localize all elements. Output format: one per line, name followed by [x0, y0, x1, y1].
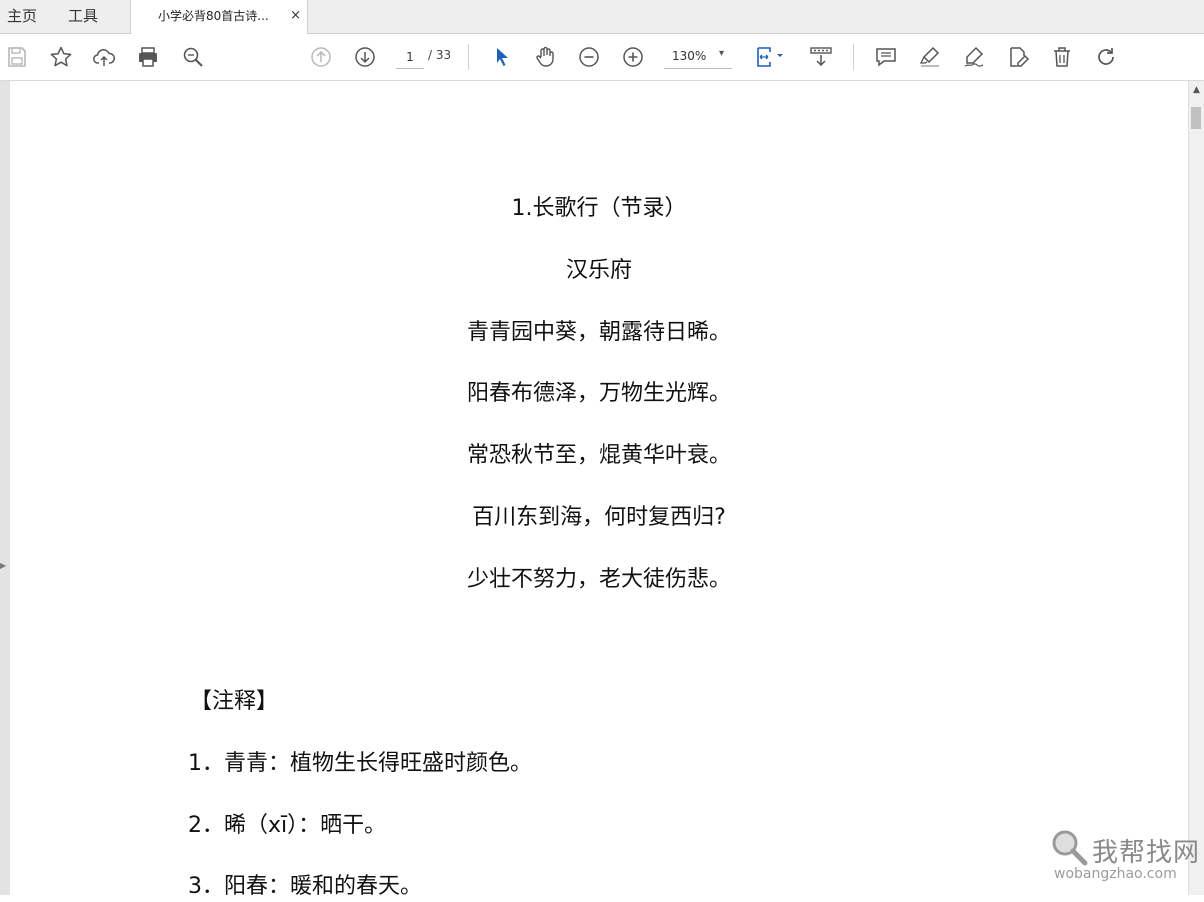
print-icon[interactable] [134, 43, 162, 71]
close-tab-icon[interactable]: × [290, 0, 301, 32]
tab-tools[interactable]: 工具 [68, 0, 98, 33]
chevron-down-icon: ▾ [718, 48, 724, 59]
search-zoom-icon[interactable] [179, 43, 207, 71]
watermark-url: wobangzhao.com [1054, 866, 1177, 882]
toolbar-divider [468, 44, 469, 70]
expand-pane-icon[interactable]: ▶ [0, 561, 6, 570]
scroll-up-icon[interactable]: ▲ [1189, 85, 1204, 95]
comment-icon[interactable] [872, 43, 900, 71]
poem-author: 汉乐府 [565, 258, 632, 283]
scrollbar-thumb[interactable] [1191, 107, 1201, 129]
star-icon[interactable] [47, 43, 75, 71]
page-number-input[interactable] [396, 46, 424, 69]
rotate-icon[interactable] [1092, 43, 1120, 71]
sign-pen-icon[interactable] [960, 43, 988, 71]
select-cursor-icon[interactable] [488, 43, 516, 71]
watermark-text: 我帮找网 [1092, 838, 1201, 868]
poem-line: 常恐秋节至，焜黄华叶衰。 [466, 443, 731, 468]
poem-line: 少壮不努力，老大徒伤悲。 [466, 567, 731, 592]
hand-tool-icon[interactable] [531, 43, 559, 71]
poem-line: 青青园中葵，朝露待日晞。 [466, 320, 731, 345]
navigation-pane-collapsed[interactable]: ▶ [0, 81, 10, 895]
cloud-upload-icon[interactable] [90, 43, 118, 71]
watermark: 我帮找网 wobangzhao.com [1046, 826, 1202, 894]
tab-bar: 主页 工具 小学必背80首古诗... × [0, 0, 1204, 34]
notes-heading: 【注释】 [190, 689, 279, 714]
edit-document-icon[interactable] [1004, 43, 1032, 71]
note-item: 2．晞（xī）：晒干。 [188, 813, 387, 838]
toolbar-divider [853, 44, 854, 70]
save-icon[interactable] [3, 43, 31, 71]
scroll-mode-icon[interactable] [807, 43, 835, 71]
toolbar: / 33 130% ▾ [0, 34, 1204, 81]
magnifier-logo-icon [1052, 830, 1088, 866]
tab-document-title: 小学必背80首古诗... [158, 9, 269, 23]
note-item: 3．阳春：暖和的春天。 [188, 874, 422, 899]
zoom-in-icon[interactable] [619, 43, 647, 71]
zoom-out-icon[interactable] [575, 43, 603, 71]
zoom-level-value: 130% [672, 49, 707, 63]
poem-line: 阳春布德泽，万物生光辉。 [466, 381, 731, 406]
poem-title: 1.长歌行（节录） [511, 196, 687, 221]
next-page-icon[interactable] [351, 43, 379, 71]
page-total: / 33 [428, 48, 452, 62]
zoom-level-select[interactable]: 130% ▾ [664, 46, 732, 69]
note-item: 1．青青：植物生长得旺盛时颜色。 [188, 751, 532, 776]
tab-home[interactable]: 主页 [7, 0, 37, 33]
previous-page-icon[interactable] [307, 43, 335, 71]
highlighter-icon[interactable] [916, 43, 944, 71]
tab-document[interactable]: 小学必背80首古诗... × [130, 0, 308, 34]
fit-page-icon[interactable] [752, 43, 788, 71]
poem-line: 百川东到海，何时复西归? [472, 505, 726, 530]
vertical-scrollbar[interactable]: ▲ [1188, 81, 1204, 895]
trash-icon[interactable] [1048, 43, 1076, 71]
document-page: 1.长歌行（节录） 汉乐府 青青园中葵，朝露待日晞。 阳春布德泽，万物生光辉。 … [10, 81, 1188, 899]
